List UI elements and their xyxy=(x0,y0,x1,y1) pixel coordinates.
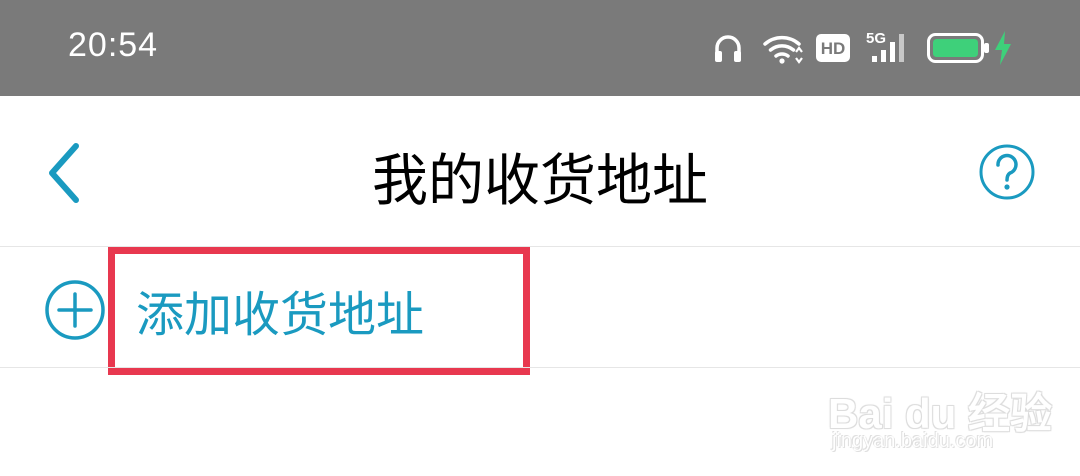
wifi-icon xyxy=(762,32,804,68)
plus-circle-icon[interactable] xyxy=(44,279,106,341)
status-bar: 20:54 HD 5G xyxy=(0,0,1080,96)
charging-icon xyxy=(992,30,1014,70)
signal-5g-icon: 5G xyxy=(864,28,912,68)
hd-icon: HD xyxy=(816,34,850,66)
hd-text: HD xyxy=(821,39,846,58)
title-bar: 我的收货地址 xyxy=(0,96,1080,246)
status-time: 20:54 xyxy=(68,26,159,64)
page-title: 我的收货地址 xyxy=(372,149,708,214)
headphones-icon xyxy=(712,32,744,68)
battery-icon xyxy=(927,33,991,67)
watermark-url: jingyan.baidu.com xyxy=(832,430,994,452)
highlight-box xyxy=(108,247,530,375)
watermark: Bai du 经验 jingyan.baidu.com xyxy=(828,360,1052,464)
help-icon[interactable] xyxy=(978,143,1036,201)
network-type-text: 5G xyxy=(866,30,886,47)
